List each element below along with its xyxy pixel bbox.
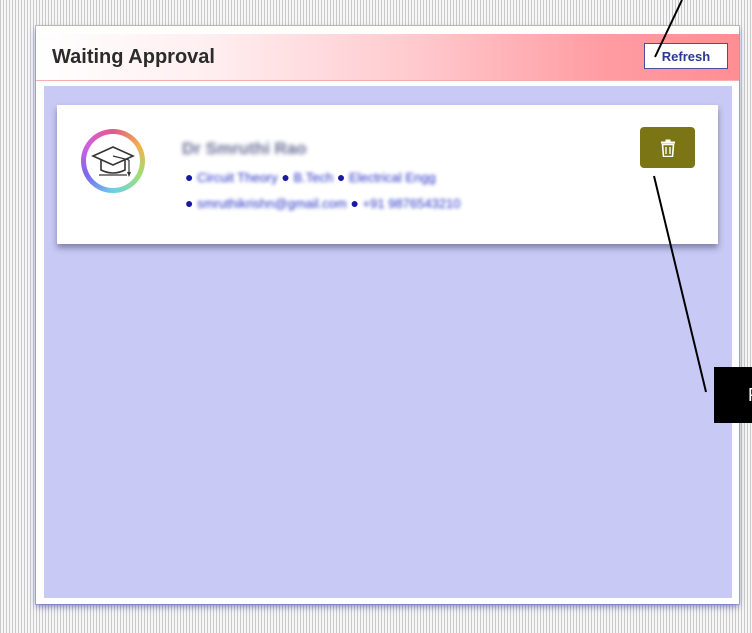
annotation-line-refresh (654, 0, 683, 58)
annotation-callout: R (714, 367, 752, 423)
annotation-lines (653, 0, 707, 393)
annotation-line-delete (653, 175, 707, 393)
